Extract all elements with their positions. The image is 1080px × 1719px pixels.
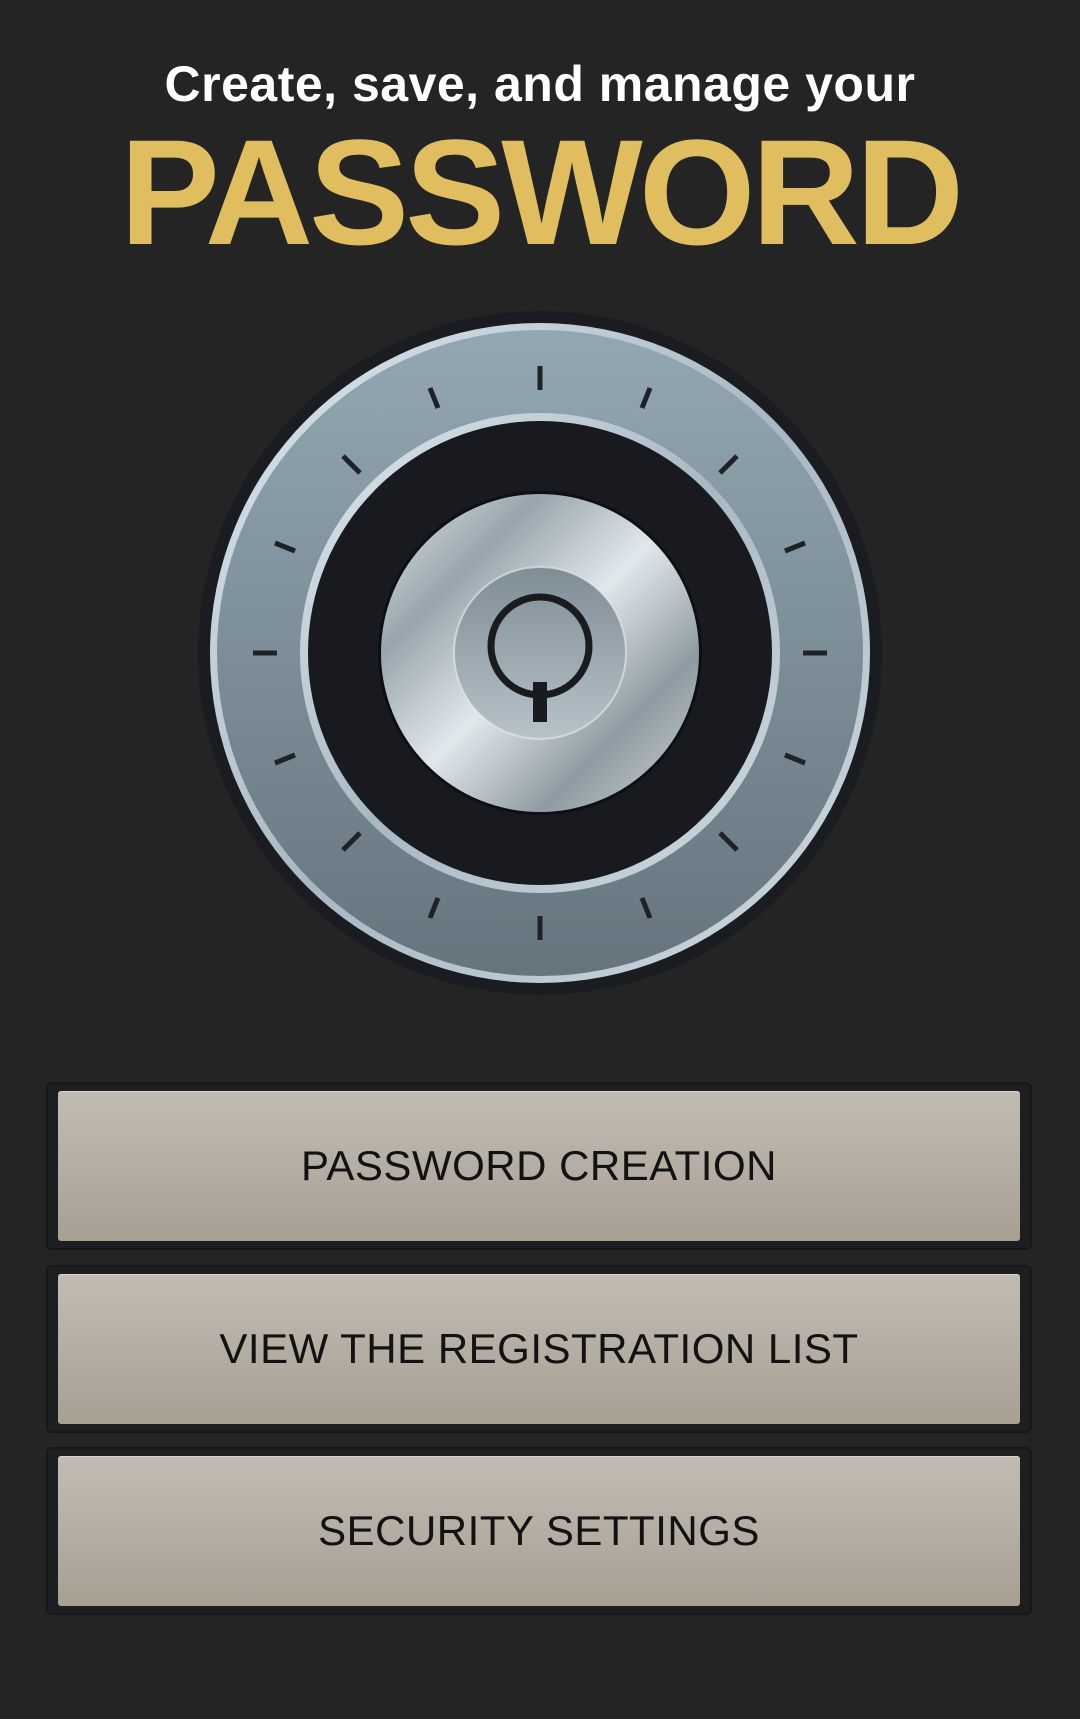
security-settings-button[interactable]: SECURITY SETTINGS [58, 1456, 1020, 1606]
headline-password: PASSWORD [119, 108, 964, 276]
tagline: Create, save, and manage your [164, 56, 916, 112]
password-creation-label: PASSWORD CREATION [301, 1142, 777, 1189]
view-registration-list-button[interactable]: VIEW THE REGISTRATION LIST [58, 1274, 1020, 1424]
view-registration-list-label: VIEW THE REGISTRATION LIST [219, 1325, 859, 1372]
combination-lock-dial-icon [195, 308, 885, 998]
password-creation-button[interactable]: PASSWORD CREATION [58, 1091, 1020, 1241]
menu-frame-password-creation: PASSWORD CREATION [46, 1082, 1032, 1250]
menu-frame-registration-list: VIEW THE REGISTRATION LIST [46, 1265, 1032, 1433]
menu-frame-security-settings: SECURITY SETTINGS [46, 1447, 1032, 1615]
security-settings-label: SECURITY SETTINGS [318, 1507, 760, 1554]
